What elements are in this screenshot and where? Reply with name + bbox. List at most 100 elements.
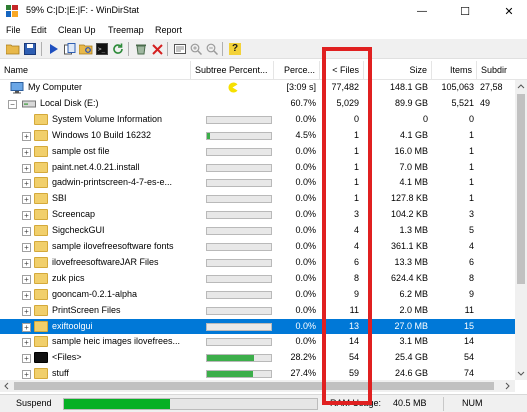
expand-icon[interactable]: + [22, 147, 31, 157]
subtree-percent-bar [206, 131, 272, 140]
expand-icon[interactable]: + [22, 195, 31, 205]
tree-row[interactable]: + zuk pics 0.0% 8 624.4 KB 8 [0, 271, 515, 287]
expand-icon[interactable]: + [22, 243, 31, 252]
save-icon[interactable] [22, 41, 38, 57]
scroll-right-icon[interactable] [502, 380, 514, 392]
tree-row[interactable]: + Screencap 0.0% 3 104.2 KB 3 [0, 207, 515, 223]
tree-row[interactable]: + gooncam-0.2.1-alpha 0.0% 9 6.2 MB 9 [0, 287, 515, 303]
horizontal-scrollbar[interactable] [0, 380, 515, 392]
row-items: 11 [464, 304, 474, 315]
tree-row[interactable]: + stuff 27.4% 59 24.6 GB 74 [0, 366, 515, 380]
zoom-in-icon[interactable] [188, 41, 204, 57]
expand-icon[interactable]: + [22, 131, 31, 141]
tree-row[interactable]: My Computer [3:09 s] 77,482 148.1 GB 105,063… [0, 80, 515, 96]
expand-icon[interactable]: + [22, 163, 31, 173]
row-subdirs [480, 207, 515, 222]
tree-row[interactable]: System Volume Information 0.0% 0 0 0 [0, 112, 515, 128]
subtree-percent-bar [206, 195, 272, 204]
explorer-icon[interactable] [78, 41, 94, 57]
properties-icon[interactable] [172, 41, 188, 57]
scroll-down-icon[interactable] [515, 368, 527, 380]
drive-icon [22, 100, 36, 108]
row-subdirs [480, 271, 515, 286]
close-icon: ✕ [504, 5, 514, 18]
row-size: 1.3 MB [399, 225, 428, 236]
scan-progress-bar [63, 398, 318, 410]
row-size: 25.4 GB [394, 352, 428, 363]
column-items[interactable]: Items [432, 61, 477, 80]
expand-icon[interactable]: + [22, 179, 31, 189]
delete-icon[interactable] [149, 41, 165, 57]
row-percent: 0.0% [295, 145, 316, 156]
tree-row[interactable]: + sample ost file 0.0% 1 16.0 MB 1 [0, 144, 515, 160]
ram-usage-value: 40.5 MB [393, 398, 427, 408]
expand-icon[interactable]: + [22, 258, 31, 268]
column-percent[interactable]: Perce... [274, 61, 320, 80]
tree-row[interactable]: + PrintScreen Files 0.0% 11 2.0 MB 11 [0, 303, 515, 319]
title-bar: 59% C:|D:|E:|F: - WinDirStat — ☐ ✕ [0, 0, 527, 22]
row-items: 0 [468, 113, 474, 124]
open-icon[interactable] [5, 41, 21, 57]
vertical-scroll-thumb[interactable] [517, 94, 525, 284]
cmd-icon[interactable]: >_ [94, 41, 110, 57]
minimize-button[interactable]: — [407, 0, 437, 22]
scroll-left-icon[interactable] [0, 380, 12, 392]
row-items: 1 [468, 145, 474, 156]
column-files[interactable]: < Files [320, 61, 364, 80]
zoom-out-icon[interactable] [204, 41, 220, 57]
tree-row[interactable]: + ilovefreesoftwareJAR Files 0.0% 6 13.3 MB 6 [0, 255, 515, 271]
maximize-button[interactable]: ☐ [450, 0, 480, 22]
expand-icon[interactable]: + [22, 306, 31, 316]
close-button[interactable]: ✕ [494, 0, 524, 22]
tree-row[interactable]: + gadwin-printscreen-4-7-es-e... 0.0% 1 4.1 … [0, 175, 515, 191]
computer-icon [10, 82, 24, 94]
row-name: Local Disk (E:) [40, 97, 99, 108]
tree-row[interactable]: + SigcheckGUI 0.0% 4 1.3 MB 5 [0, 223, 515, 239]
tree-row[interactable]: + SBI 0.0% 1 127.8 KB 1 [0, 191, 515, 207]
menu-clean-up[interactable]: Clean Up [58, 25, 96, 35]
subtree-percent-bar [206, 163, 272, 172]
num-lock-indicator: NUM [462, 398, 483, 408]
subtree-percent-fill [207, 371, 253, 378]
recycle-icon[interactable] [133, 41, 149, 57]
horizontal-scroll-thumb[interactable] [14, 382, 494, 390]
tree-row[interactable]: + paint.net.4.0.21.install 0.0% 1 7.0 MB 1 [0, 160, 515, 176]
expand-icon[interactable]: + [22, 211, 31, 221]
tree-row[interactable]: + sample heic images ilovefrees... 0.0% 14 3… [0, 334, 515, 350]
play-icon[interactable] [46, 41, 62, 57]
collapse-icon[interactable]: − [8, 99, 17, 109]
tree-row[interactable]: + sample ilovefreesoftware fonts 0.0% 4 361.… [0, 239, 515, 255]
folder-icon [34, 225, 48, 237]
row-name: SBI [52, 193, 67, 204]
scroll-up-icon[interactable] [515, 80, 527, 92]
row-subdirs [480, 287, 515, 302]
column-name[interactable]: Name [0, 61, 191, 80]
expand-icon[interactable]: + [22, 354, 31, 364]
status-bar: Suspend RAM Usage: 40.5 MB NUM [0, 394, 527, 412]
tree-row[interactable]: + Windows 10 Build 16232 4.5% 1 4.1 GB 1 [0, 128, 515, 144]
copy-path-icon[interactable] [62, 41, 78, 57]
tree-row[interactable]: − Local Disk (E:) 60.7% 5,029 89.9 GB 5,521 49 [0, 96, 515, 112]
refresh-icon[interactable] [110, 41, 126, 57]
expand-icon[interactable]: + [22, 290, 31, 300]
column-size[interactable]: Size [364, 61, 432, 80]
help-icon[interactable]: ? [227, 41, 243, 57]
menu-file[interactable]: File [6, 25, 21, 35]
row-name: gadwin-printscreen-4-7-es-e... [52, 177, 173, 188]
tree-row[interactable]: + exiftoolgui 0.0% 13 27.0 MB 15 [0, 318, 515, 335]
row-items: 105,063 [441, 82, 474, 92]
suspend-button[interactable]: Suspend [16, 398, 52, 408]
menu-report[interactable]: Report [155, 25, 182, 35]
vertical-scrollbar[interactable] [515, 80, 527, 380]
menu-treemap[interactable]: Treemap [108, 25, 144, 35]
menu-edit[interactable]: Edit [31, 25, 47, 35]
expand-icon[interactable]: + [22, 274, 31, 284]
expand-icon[interactable]: + [22, 370, 31, 380]
row-percent: 0.0% [295, 272, 316, 283]
expand-icon[interactable]: + [22, 227, 31, 237]
expand-icon[interactable]: + [22, 322, 31, 332]
expand-icon[interactable]: + [22, 338, 31, 348]
column-subdirs[interactable]: Subdir [477, 61, 527, 80]
tree-row[interactable]: + <Files> 28.2% 54 25.4 GB 54 [0, 350, 515, 366]
column-subtree-percent[interactable]: Subtree Percent... [191, 61, 274, 80]
